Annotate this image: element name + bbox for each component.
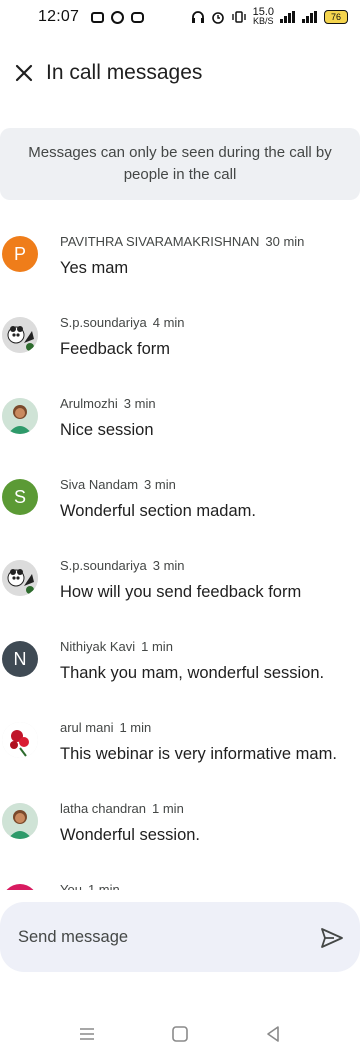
vibrate-icon [231,11,246,23]
sender-name: Siva Nandam [60,477,139,492]
avatar: N [2,641,38,677]
message-item: S.p.soundariya 4 min Feedback form [0,305,360,386]
message-text: Thank you mam, wonderful session. [60,664,325,682]
back-button[interactable] [253,1019,293,1049]
speed-unit: KB/S [253,16,274,26]
volte-signal-icon [280,11,296,23]
message-meta: S.p.soundariya 4 min [60,315,185,330]
message-time: 3 min [152,558,185,573]
screen-record-icon [91,11,105,23]
message-text: Wonderful section madam. [60,502,256,520]
sender-name: Nithiyak Kavi [60,639,136,654]
message-time: 1 min [87,882,120,890]
whatsapp-icon [111,10,125,24]
message-text: Feedback form [60,340,171,358]
avatar [2,560,38,596]
home-square-icon [172,1025,188,1042]
status-notification-icons [91,10,145,24]
message-item: arul mani 1 min This webinar is very infor… [0,710,360,791]
sender-name: S.p.soundariya [60,558,147,573]
battery-icon: 76 [324,10,348,24]
send-icon [321,928,343,948]
message-time: 1 min [119,720,152,735]
message-meta: arul mani 1 min [60,720,151,735]
message-item: You 1 min [0,872,360,890]
message-time: 3 min [144,477,176,492]
message-meta: Arulmozhi 3 min [60,396,156,411]
message-meta: latha chandran 1 min [60,801,184,816]
message-item: P PAVITHRA SIVARAMAKRISHNAN 30 min Yes mam [0,224,360,305]
status-time: 12:07 [38,8,80,25]
person-photo-icon [2,398,38,434]
status-bar: 12:07 15.0 KB/S 76 [0,0,360,34]
avatar-letter: P [13,243,26,264]
sender-name: S.p.soundariya [60,315,147,330]
home-button[interactable] [160,1019,200,1049]
message-text: Yes mam [60,259,129,277]
sender-name: latha chandran [60,801,147,816]
message-item: N Nithiyak Kavi 1 min Thank you mam, wonder… [0,629,360,710]
message-text: Wonderful session. [60,826,201,844]
message-meta: PAVITHRA SIVARAMAKRISHNAN 30 min [60,234,304,249]
message-time: 3 min [123,396,156,411]
rose-photo-icon [2,722,38,758]
message-text: This webinar is very informative mam. [60,745,337,763]
message-time: 30 min [265,234,305,249]
recent-apps-button[interactable] [67,1019,107,1049]
network-speed: 15.0 KB/S [253,7,274,26]
close-button[interactable] [4,53,44,93]
message-meta: Nithiyak Kavi 1 min [60,639,173,654]
avatar-letter: S [13,486,26,507]
message-time: 1 min [152,801,184,816]
message-meta: You 1 min [60,882,120,890]
avatar-letter: N [13,648,27,669]
sender-name: Arulmozhi [60,396,118,411]
close-icon [15,64,33,82]
compose-bar [0,902,360,972]
message-text: How will you send feedback form [60,583,302,601]
signal-strength-icon [302,11,318,23]
avatar [2,803,38,839]
message-item: S Siva Nandam 3 min Wonderful section madam… [0,467,360,548]
system-navigation-bar [0,1016,360,1051]
message-list[interactable]: P PAVITHRA SIVARAMAKRISHNAN 30 min Yes mam S… [0,224,360,890]
back-triangle-icon [267,1025,280,1042]
message-time: 1 min [141,639,173,654]
message-item: Arulmozhi 3 min Nice session [0,386,360,467]
message-input[interactable] [18,927,298,947]
header: In call messages [0,50,360,96]
panda-photo-icon [2,317,38,353]
headset-icon [191,11,204,23]
avatar [2,722,38,758]
message-item: S.p.soundariya 3 min How will you send fee… [0,548,360,629]
send-button[interactable] [318,924,346,952]
message-time: 4 min [152,315,185,330]
avatar [2,398,38,434]
panda-photo-icon [2,560,38,596]
message-meta: Siva Nandam 3 min [60,477,176,492]
instagram-icon [131,11,145,23]
privacy-notice: Messages can only be seen during the cal… [0,128,360,200]
avatar: S [2,479,38,515]
message-text: Nice session [60,421,154,439]
avatar [2,884,38,890]
page-title: In call messages [46,61,203,84]
avatar: P [2,236,38,272]
menu-icon [79,1027,94,1040]
sender-name: PAVITHRA SIVARAMAKRISHNAN [60,234,260,249]
alarm-icon [211,12,224,24]
message-meta: S.p.soundariya 3 min [60,558,185,573]
message-item: latha chandran 1 min Wonderful session. [0,791,360,872]
person-photo-icon [2,803,38,839]
sender-name: arul mani [60,720,114,735]
sender-name: You [60,882,82,890]
avatar [2,317,38,353]
status-system-icons: 15.0 KB/S 76 [191,7,348,26]
